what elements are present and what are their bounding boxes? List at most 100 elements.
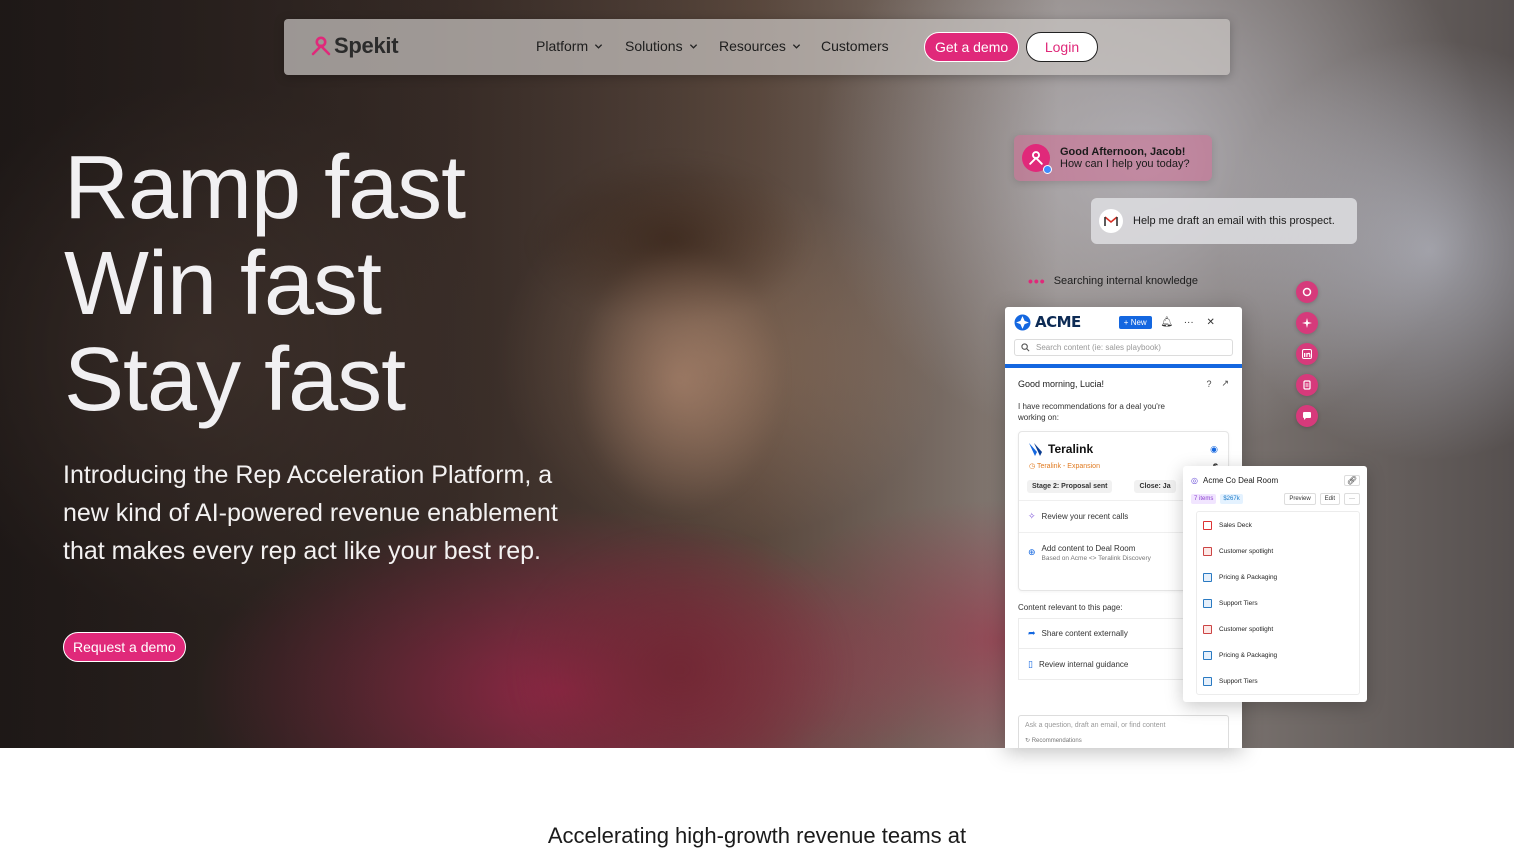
gmail-icon	[1099, 209, 1123, 233]
greeting-title: Good Afternoon, Jacob!	[1060, 146, 1186, 158]
nav-customers-label: Customers	[821, 38, 889, 54]
action-sub: Based on Acme <> Teralink Discovery	[1041, 554, 1151, 562]
headline-line-1: Ramp fast	[64, 138, 466, 238]
preview-button[interactable]: Preview	[1284, 493, 1316, 505]
deal-close-date: Close: Ja	[1134, 480, 1176, 493]
file-name: Pricing & Packaging	[1219, 651, 1278, 659]
deal-room-title: Acme Co Deal Room	[1202, 476, 1279, 485]
panel-search-input[interactable]: Search content (ie: sales playbook)	[1014, 339, 1233, 356]
ask-input[interactable]: Ask a question, draft an email, or find …	[1018, 715, 1229, 748]
nav-solutions[interactable]: Solutions	[625, 38, 698, 54]
ai-sparkle-icon[interactable]	[1296, 312, 1318, 334]
teralink-logo-icon	[1029, 442, 1042, 456]
nav-resources-label: Resources	[719, 38, 786, 54]
file-item[interactable]: Sales Deck	[1197, 512, 1359, 538]
status-dot	[1043, 165, 1052, 174]
deal-tag-icon: ◷	[1029, 463, 1036, 470]
file-name: Pricing & Packaging	[1219, 573, 1278, 581]
nav-platform-label: Platform	[536, 38, 589, 54]
spreadsheet-file-icon	[1203, 650, 1212, 660]
share-icon: ➦	[1028, 628, 1036, 638]
spekit-logo-icon	[311, 36, 331, 56]
deal-room-card: ◎ Acme Co Deal Room 🔗︎ 7 items $267k Pre…	[1183, 466, 1367, 702]
panel-header: ACME + New 🔔︎ ··· ✕	[1005, 307, 1242, 337]
nav-platform[interactable]: Platform	[536, 38, 603, 54]
deal-stage: Stage 2: Proposal sent	[1027, 480, 1113, 493]
deal-room-header: ◎ Acme Co Deal Room 🔗︎	[1183, 466, 1367, 486]
file-item[interactable]: Customer spotlight	[1197, 616, 1359, 642]
nav-customers[interactable]: Customers	[821, 38, 889, 54]
chevron-down-icon	[689, 43, 697, 49]
get-demo-button[interactable]: Get a demo	[924, 32, 1020, 62]
document-icon[interactable]	[1296, 374, 1318, 396]
greeting-subtitle: How can I help you today?	[1060, 158, 1190, 170]
request-demo-button[interactable]: Request a demo	[63, 632, 186, 662]
nav-resources[interactable]: Resources	[719, 38, 801, 54]
new-button[interactable]: + New	[1118, 315, 1152, 329]
close-icon[interactable]: ✕	[1204, 317, 1218, 328]
assistant-greeting-bubble: Good Afternoon, Jacob! How can I help yo…	[1014, 135, 1212, 181]
file-item[interactable]: Support Tiers	[1197, 668, 1359, 694]
more-button[interactable]: ···	[1344, 493, 1360, 505]
recommendation-intro: I have recommendations for a deal you're…	[1018, 402, 1165, 422]
loading-dots-icon: •••	[1028, 273, 1046, 289]
panel-greeting-row: Good morning, Lucia! ? ↗	[1005, 368, 1242, 389]
action-label: Add content to Deal Room	[1041, 543, 1136, 553]
chevron-down-icon	[792, 43, 801, 49]
file-name: Sales Deck	[1219, 521, 1252, 529]
acme-logo-icon	[1014, 314, 1031, 330]
add-circle-icon: ⊕	[1028, 547, 1036, 557]
bell-icon[interactable]: 🔔︎	[1160, 317, 1174, 328]
acme-brand-text: ACME	[1035, 313, 1081, 331]
panel-greeting: Good morning, Lucia!	[1018, 378, 1105, 389]
file-item[interactable]: Customer spotlight	[1197, 538, 1359, 564]
share-content-label: Share content externally	[1041, 629, 1128, 638]
search-icon	[1021, 343, 1030, 352]
file-name: Support Tiers	[1219, 599, 1258, 607]
spekit-icon[interactable]	[1296, 281, 1318, 303]
deal-header: Teralink ◉	[1019, 432, 1228, 456]
acme-logo: ACME	[1014, 313, 1081, 331]
spreadsheet-file-icon	[1203, 572, 1212, 582]
ai-sparkle-icon: ✧	[1028, 511, 1036, 521]
items-count-badge: 7 items	[1191, 494, 1217, 504]
file-name: Customer spotlight	[1219, 547, 1274, 555]
review-guidance-label: Review internal guidance	[1038, 659, 1129, 669]
login-button[interactable]: Login	[1026, 32, 1098, 62]
top-navbar: Spekit Platform Solutions Resources Cust…	[284, 19, 1230, 75]
file-item[interactable]: Pricing & Packaging	[1197, 564, 1359, 590]
link-icon[interactable]: 🔗︎	[1343, 475, 1360, 486]
recommendations-link[interactable]: ↻ Recommendations	[1025, 737, 1222, 744]
file-name: Customer spotlight	[1219, 625, 1274, 633]
search-placeholder: Search content (ie: sales playbook)	[1036, 343, 1161, 352]
ask-placeholder: Ask a question, draft an email, or find …	[1025, 722, 1166, 729]
deal-room-icon: ◎	[1191, 476, 1198, 485]
presentation-file-icon	[1203, 624, 1212, 634]
nav-solutions-label: Solutions	[625, 38, 683, 54]
spekit-logo[interactable]: Spekit	[310, 33, 399, 59]
action-label: Review your recent calls	[1041, 512, 1129, 521]
user-request-text: Help me draft an email with this prospec…	[1133, 215, 1335, 227]
deal-value-badge: $267k	[1220, 494, 1243, 504]
customers-section-heading: Accelerating high-growth revenue teams a…	[547, 823, 967, 848]
more-icon[interactable]: ···	[1182, 317, 1196, 328]
refresh-icon: ↻	[1025, 738, 1031, 744]
file-item[interactable]: Pricing & Packaging	[1197, 642, 1359, 668]
file-name: Support Tiers	[1219, 677, 1258, 685]
deal-room-meta: 7 items $267k Preview Edit ···	[1183, 486, 1367, 505]
file-item[interactable]: Support Tiers	[1197, 590, 1359, 616]
presentation-file-icon	[1203, 546, 1212, 556]
external-link-icon[interactable]: ↗	[1221, 378, 1229, 389]
recommendations-label: Recommendations	[1031, 738, 1082, 744]
help-icon[interactable]: ?	[1206, 379, 1211, 389]
deal-name: Teralink	[1048, 442, 1094, 456]
linkedin-icon[interactable]	[1296, 343, 1318, 365]
eye-icon[interactable]: ◉	[1210, 444, 1218, 455]
spreadsheet-file-icon	[1203, 676, 1212, 686]
edit-button[interactable]: Edit	[1319, 493, 1340, 505]
chat-icon[interactable]	[1296, 405, 1318, 427]
logo-text: Spekit	[334, 33, 399, 58]
searching-status: ••• Searching internal knowledge	[1028, 273, 1198, 289]
deal-tag-label: Teralink - Expansion	[1036, 463, 1100, 470]
chevron-down-icon	[594, 43, 603, 49]
